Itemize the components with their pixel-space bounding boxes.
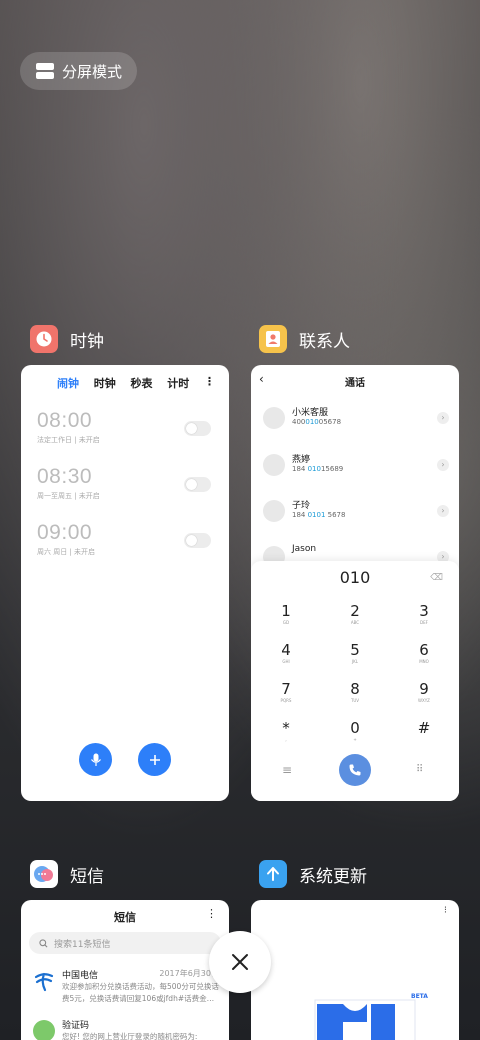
beta-badge: BETA: [411, 993, 428, 1000]
clock-app-icon: [30, 325, 58, 353]
alarm-toggle[interactable]: [184, 477, 211, 492]
microphone-icon: [90, 753, 101, 766]
dial-key[interactable]: 1 GD: [266, 603, 306, 626]
alarm-item[interactable]: 09:00 周六 周日 | 未开启: [37, 521, 213, 565]
avatar: [263, 407, 285, 429]
alarm-repeat: 法定工作日 | 未开启: [37, 436, 100, 444]
more-menu-icon[interactable]: ⋮: [206, 907, 217, 920]
call-button[interactable]: [339, 754, 371, 786]
tab-timer[interactable]: 计时: [167, 375, 189, 391]
update-app-icon: [259, 860, 287, 888]
clock-app-header[interactable]: 时钟: [30, 325, 104, 353]
dial-key[interactable]: 7 PQRS: [266, 681, 306, 704]
alarm-repeat: 周六 周日 | 未开启: [37, 548, 96, 556]
contact-row[interactable]: 燕婷 184 01015689 ›: [263, 450, 449, 480]
alarm-toggle[interactable]: [184, 421, 211, 436]
page-title: 短信: [114, 911, 136, 924]
china-telecom-icon: [33, 970, 55, 992]
back-arrow-icon[interactable]: ‹: [259, 372, 264, 386]
avatar: [263, 500, 285, 522]
message-sender: 验证码: [62, 1021, 90, 1031]
verification-code-icon: [33, 1020, 55, 1040]
split-screen-button[interactable]: 分屏模式: [20, 52, 137, 90]
update-app-card[interactable]: ⁝ BETA: [251, 900, 459, 1040]
message-row[interactable]: 中国电信 2017年6月30日 欢迎参加积分兑换话费活动，每500分可兑换话费5…: [33, 968, 219, 1008]
phone-icon: [349, 764, 361, 776]
tab-clock[interactable]: 时钟: [94, 375, 116, 391]
contact-name: 子玲: [292, 501, 311, 511]
chevron-right-icon[interactable]: ›: [437, 505, 449, 517]
contact-name: 燕婷: [292, 455, 311, 465]
page-title: 通话: [345, 378, 365, 389]
add-alarm-button[interactable]: [138, 743, 171, 776]
dial-key[interactable]: 9 WXYZ: [404, 681, 444, 704]
dial-key[interactable]: 5 JKL: [335, 642, 375, 665]
plus-icon: [149, 754, 160, 765]
dial-key[interactable]: #: [404, 720, 444, 737]
contacts-app-icon: [259, 325, 287, 353]
sms-app-icon: [30, 860, 58, 888]
clear-all-button[interactable]: [209, 931, 271, 993]
update-app-name: 系统更新: [299, 866, 367, 887]
alarm-toggle[interactable]: [184, 533, 211, 548]
dial-key[interactable]: 3 DEF: [404, 603, 444, 626]
update-illustration: [314, 999, 416, 1040]
message-preview: 欢迎参加积分兑换话费活动，每500分可兑换话费5元，兑换话费请回复106或jfd…: [62, 982, 219, 1003]
message-sender: 中国电信: [62, 971, 99, 981]
sms-app-card[interactable]: 短信 ⋮ 搜索11条短信 中国电信 2017年6月30日 欢迎参加积分兑换话费活…: [21, 900, 229, 1040]
dial-key[interactable]: 4 GHI: [266, 642, 306, 665]
split-screen-icon: [36, 63, 54, 79]
backspace-icon[interactable]: ⌫: [430, 573, 443, 583]
clock-tabs: 闹钟 时钟 秒表 计时 ⋮: [21, 365, 229, 391]
alarm-item[interactable]: 08:30 周一至周五 | 未开启: [37, 465, 213, 509]
contacts-app-name: 联系人: [299, 331, 350, 352]
split-screen-label: 分屏模式: [62, 62, 123, 81]
more-menu-icon[interactable]: ⁝: [444, 905, 447, 916]
alarm-repeat: 周一至周五 | 未开启: [37, 492, 100, 500]
clock-app-card[interactable]: 闹钟 时钟 秒表 计时 ⋮ 08:00 法定工作日 | 未开启 08:30 周一…: [21, 365, 229, 801]
tab-stopwatch[interactable]: 秒表: [131, 375, 153, 391]
update-app-header[interactable]: 系统更新: [259, 860, 367, 888]
tab-alarm[interactable]: 闹钟: [57, 375, 79, 391]
clock-app-name: 时钟: [70, 331, 104, 352]
menu-icon[interactable]: ≡: [282, 763, 292, 777]
dial-key[interactable]: 2 ABC: [335, 603, 375, 626]
sms-app-name: 短信: [70, 866, 104, 887]
contacts-app-card[interactable]: ‹ 通话 小米客服 40001005678 › 燕婷 184 01015689 …: [251, 365, 459, 801]
dial-key[interactable]: 8 TUV: [335, 681, 375, 704]
contact-name: 小米客服: [292, 408, 329, 418]
dialpad: 010 ⌫ 1 GD 2 ABC 3 DEF 4 GHI 5 JKL 6 MNO 7 PQRS…: [251, 561, 459, 801]
message-row[interactable]: 验证码 您好! 您的网上营业厅登录的随机密码为:: [33, 1018, 219, 1040]
contact-name: Jason: [292, 544, 317, 554]
contact-row[interactable]: 子玲 184 0101 5678 ›: [263, 496, 449, 526]
alarm-item[interactable]: 08:00 法定工作日 | 未开启: [37, 409, 213, 453]
dial-key[interactable]: 0 +: [335, 720, 375, 743]
contact-phone: 184 01015689: [292, 465, 344, 473]
search-placeholder: 搜索11条短信: [54, 939, 111, 950]
voice-alarm-button[interactable]: [79, 743, 112, 776]
close-icon: [232, 954, 248, 970]
sms-app-header[interactable]: 短信: [30, 860, 104, 888]
message-preview: 您好! 您的网上营业厅登录的随机密码为:: [62, 1032, 198, 1040]
search-input[interactable]: 搜索11条短信: [29, 932, 221, 954]
avatar: [263, 454, 285, 476]
chevron-right-icon[interactable]: ›: [437, 459, 449, 471]
search-icon: [39, 938, 48, 947]
dial-input[interactable]: 010: [251, 561, 459, 587]
contact-phone: 40001005678: [292, 418, 342, 426]
keypad-icon[interactable]: ⠿: [416, 764, 423, 775]
more-menu-icon[interactable]: ⋮: [204, 375, 215, 391]
contacts-app-header[interactable]: 联系人: [259, 325, 350, 353]
contact-phone: 184 0101 5678: [292, 511, 346, 519]
chevron-right-icon[interactable]: ›: [437, 412, 449, 424]
dial-key[interactable]: 6 MNO: [404, 642, 444, 665]
dial-key[interactable]: *,: [266, 720, 306, 743]
contact-row[interactable]: 小米客服 40001005678 ›: [263, 403, 449, 433]
